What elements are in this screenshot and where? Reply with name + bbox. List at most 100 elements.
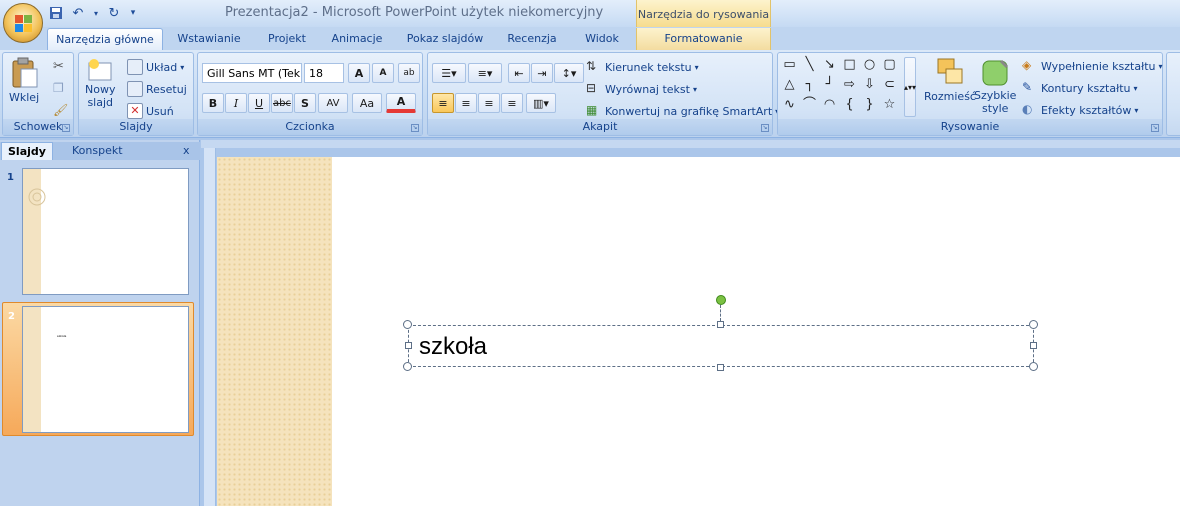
layout-label: Układ bbox=[146, 60, 178, 74]
cut-icon[interactable]: ✂ bbox=[53, 59, 64, 74]
save-icon[interactable] bbox=[48, 5, 64, 21]
effects-icon: ◐ bbox=[1022, 102, 1033, 116]
reset-button[interactable]: Resetuj bbox=[127, 81, 187, 97]
drawing-launcher-icon[interactable]: ↘ bbox=[1151, 124, 1159, 132]
tab-review[interactable]: Recenzja bbox=[500, 28, 564, 50]
resize-handle-top-right[interactable] bbox=[1029, 320, 1038, 329]
decrease-indent-icon[interactable]: ⇤ bbox=[508, 63, 530, 83]
paragraph-launcher-icon[interactable]: ↘ bbox=[761, 124, 769, 132]
shapes-gallery[interactable]: ▭ ╲ ↘ □ ○ ▢ △ ┐ ┘ ⇨ ⇩ ⊂ ∿ ⌒ ◠ { } ☆ bbox=[782, 57, 902, 117]
tab-animations[interactable]: Animacje bbox=[324, 28, 390, 50]
rectangle-shape-icon[interactable]: □ bbox=[842, 57, 857, 72]
shape-effects-button[interactable]: ◐ Efekty kształtów ▾ bbox=[1022, 102, 1138, 118]
slide-thumbnail-2[interactable]: 2 szkoła bbox=[2, 302, 194, 436]
font-family-select[interactable]: Gill Sans MT (Tek bbox=[202, 63, 302, 83]
resize-handle-left[interactable] bbox=[405, 342, 412, 349]
tab-insert[interactable]: Wstawianie bbox=[170, 28, 248, 50]
delete-slide-button[interactable]: ✕ Usuń bbox=[127, 103, 174, 119]
group-label-font: Czcionka bbox=[198, 119, 422, 135]
change-case-button[interactable]: Aa bbox=[352, 93, 382, 113]
font-launcher-icon[interactable]: ↘ bbox=[411, 124, 419, 132]
shape-effects-label: Efekty kształtów bbox=[1041, 103, 1132, 117]
down-arrow-shape-icon[interactable]: ⇩ bbox=[862, 77, 877, 92]
underline-button[interactable]: U bbox=[248, 93, 270, 113]
italic-button[interactable]: I bbox=[225, 93, 247, 113]
text-shadow-button[interactable]: S bbox=[294, 93, 316, 113]
tab-home[interactable]: Narzędzia główne bbox=[47, 28, 163, 50]
text-box-content[interactable]: szkoła bbox=[419, 333, 487, 361]
align-text-button[interactable]: ⊟ Wyrównaj tekst ▾ bbox=[586, 81, 697, 97]
clipboard-launcher-icon[interactable]: ↘ bbox=[62, 124, 70, 132]
freeform-shape-icon[interactable]: ∿ bbox=[782, 97, 797, 112]
arrange-button[interactable]: Rozmieść bbox=[924, 57, 976, 103]
triangle-shape-icon[interactable]: △ bbox=[782, 77, 797, 92]
undo-icon[interactable]: ↶ bbox=[70, 5, 86, 21]
slide-thumbnail-1[interactable]: 1 bbox=[2, 164, 194, 298]
redo-icon[interactable]: ↻ bbox=[106, 5, 122, 21]
columns-icon[interactable]: ▥▾ bbox=[526, 93, 556, 113]
text-box[interactable] bbox=[408, 325, 1034, 367]
curve-shape-icon[interactable]: ⌒ bbox=[802, 97, 817, 112]
flowchart-shape-icon[interactable]: ⊂ bbox=[882, 77, 897, 92]
reset-icon bbox=[127, 81, 143, 97]
group-label-slides: Slajdy bbox=[79, 119, 193, 135]
rounded-rect-shape-icon[interactable]: ▢ bbox=[882, 57, 897, 72]
office-button[interactable] bbox=[3, 3, 43, 43]
smartart-button[interactable]: ▦ Konwertuj na grafikę SmartArt▾ bbox=[586, 103, 779, 119]
copy-icon[interactable]: ❐ bbox=[53, 81, 64, 95]
right-arrow-shape-icon[interactable]: ⇨ bbox=[842, 77, 857, 92]
clear-format-icon[interactable]: ab bbox=[398, 63, 420, 83]
increase-indent-icon[interactable]: ⇥ bbox=[531, 63, 553, 83]
textbox-shape-icon[interactable]: ▭ bbox=[782, 57, 797, 72]
line-shape-icon[interactable]: ╲ bbox=[802, 57, 817, 72]
text-direction-label: Kierunek tekstu bbox=[605, 60, 692, 74]
strikethrough-button[interactable]: abc bbox=[271, 93, 293, 113]
justify-icon[interactable]: ≡ bbox=[501, 93, 523, 113]
tab-slideshow[interactable]: Pokaz slajdów bbox=[398, 28, 492, 50]
tab-format[interactable]: Formatowanie bbox=[636, 28, 771, 50]
font-color-button[interactable]: A bbox=[386, 93, 416, 113]
align-left-icon[interactable]: ≡ bbox=[432, 93, 454, 113]
line-spacing-icon[interactable]: ↕▾ bbox=[554, 63, 584, 83]
tab-view[interactable]: Widok bbox=[572, 28, 632, 50]
star-shape-icon[interactable]: ☆ bbox=[882, 97, 897, 112]
new-slide-button[interactable]: Nowy slajd bbox=[85, 57, 115, 109]
resize-handle-top-left[interactable] bbox=[403, 320, 412, 329]
resize-handle-right[interactable] bbox=[1030, 342, 1037, 349]
shape-outline-button[interactable]: ✎ Kontury kształtu ▾ bbox=[1022, 80, 1138, 96]
rotation-handle[interactable] bbox=[716, 295, 726, 305]
tab-outline[interactable]: Konspekt bbox=[66, 142, 129, 160]
resize-handle-top[interactable] bbox=[717, 321, 724, 328]
customize-icon[interactable]: ▾ bbox=[128, 5, 138, 21]
align-center-icon[interactable]: ≡ bbox=[455, 93, 477, 113]
arrow-line-shape-icon[interactable]: ↘ bbox=[822, 57, 837, 72]
left-brace-shape-icon[interactable]: { bbox=[842, 97, 857, 112]
format-painter-icon[interactable]: 🖌 bbox=[53, 103, 68, 117]
text-direction-button[interactable]: ⇅ Kierunek tekstu ▾ bbox=[586, 59, 699, 75]
grow-font-button[interactable]: A bbox=[348, 63, 370, 83]
tab-design[interactable]: Projekt bbox=[256, 28, 318, 50]
bullets-icon[interactable]: ☰▾ bbox=[432, 63, 466, 83]
layout-button[interactable]: Układ ▾ bbox=[127, 59, 184, 75]
font-size-select[interactable]: 18 bbox=[304, 63, 344, 83]
right-brace-shape-icon[interactable]: } bbox=[862, 97, 877, 112]
arc-shape-icon[interactable]: ◠ bbox=[822, 97, 837, 112]
resize-handle-bottom[interactable] bbox=[717, 364, 724, 371]
oval-shape-icon[interactable]: ○ bbox=[862, 57, 877, 72]
quick-styles-button[interactable]: Szybkie style bbox=[974, 57, 1016, 115]
resize-handle-bottom-left[interactable] bbox=[403, 362, 412, 371]
close-pane-icon[interactable]: x bbox=[183, 144, 190, 157]
paste-button[interactable]: Wklej bbox=[9, 57, 39, 104]
tab-slides[interactable]: Slajdy bbox=[1, 142, 53, 160]
numbering-icon[interactable]: ≡▾ bbox=[468, 63, 502, 83]
elbow-arrow-icon[interactable]: ┘ bbox=[822, 77, 837, 92]
elbow-connector-icon[interactable]: ┐ bbox=[802, 77, 817, 92]
undo-dropdown-icon[interactable]: ▾ bbox=[92, 5, 100, 21]
align-right-icon[interactable]: ≡ bbox=[478, 93, 500, 113]
bold-button[interactable]: B bbox=[202, 93, 224, 113]
resize-handle-bottom-right[interactable] bbox=[1029, 362, 1038, 371]
char-spacing-button[interactable]: AV bbox=[318, 93, 348, 113]
shape-fill-button[interactable]: ◈ Wypełnienie kształtu ▾ bbox=[1022, 58, 1163, 74]
shapes-more-icon[interactable]: ▴▾▾ bbox=[904, 57, 916, 117]
shrink-font-button[interactable]: A bbox=[372, 63, 394, 83]
